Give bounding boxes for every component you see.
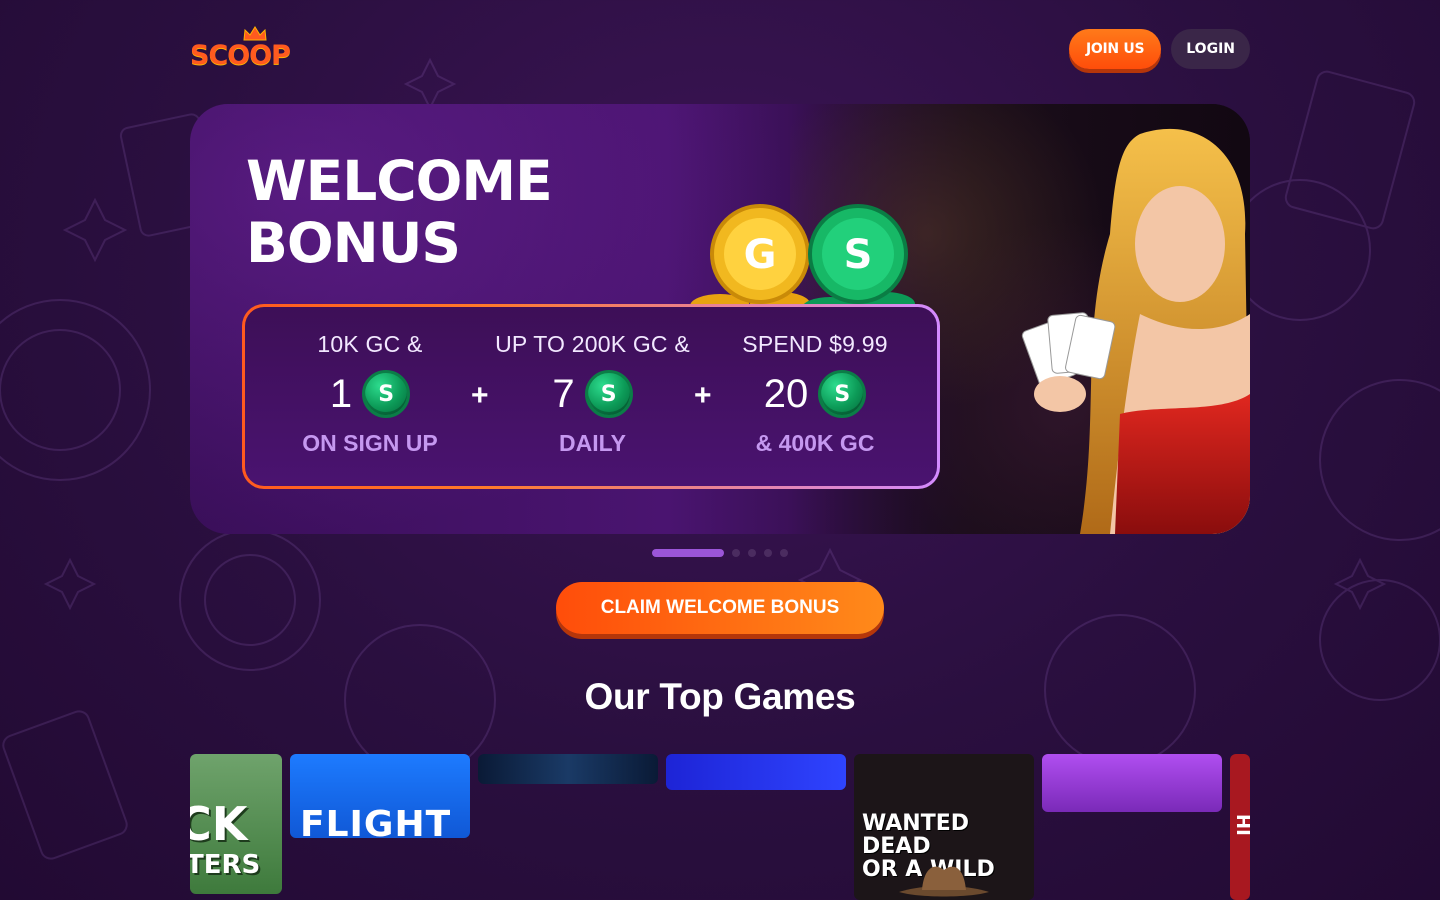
bonus-col-bottom: ON SIGN UP [302, 430, 438, 456]
carousel-dot-4[interactable] [764, 549, 772, 557]
banner-title-line2: BONUS [246, 211, 461, 275]
login-button[interactable]: LOGIN [1171, 29, 1250, 69]
top-games-title: Our Top Games [584, 676, 856, 717]
bonus-col-amount: 1 [329, 371, 353, 416]
game-title-line1: WANTED DEAD [862, 811, 970, 859]
bonus-col-bottom: DAILY [559, 430, 626, 456]
sweeps-coin-icon: S [362, 370, 411, 418]
logo-text: SCOOP [190, 40, 291, 71]
dealer-illustration [1021, 128, 1250, 534]
game-tile[interactable] [478, 754, 658, 784]
bonus-col-amount-row: 1 S [280, 370, 460, 418]
game-tile[interactable]: HI [1230, 754, 1250, 900]
carousel-dot-2[interactable] [732, 549, 740, 557]
bonus-col-amount: 7 [552, 371, 575, 416]
game-title: CK [190, 797, 248, 851]
bonus-col-top: UP TO 200K GC & [495, 331, 690, 357]
svg-text:G: G [744, 232, 777, 278]
bonus-offers-inner: 10K GC & 1 S ON SIGN UP + UP TO 200K GC … [245, 307, 937, 486]
game-tile[interactable]: FLIGHT [290, 754, 470, 838]
bonus-col-bottom: & 400K GC [755, 430, 875, 456]
claim-welcome-bonus-button[interactable]: CLAIM WELCOME BONUS [556, 582, 884, 634]
bonus-col-daily: UP TO 200K GC & 7 S DAILY [485, 331, 700, 457]
bonus-col-purchase: SPEND $9.99 20 S & 400K GC [720, 331, 910, 457]
welcome-bonus-banner[interactable]: WELCOME BONUS G S 10K GC & 1 S ON SIGN U… [190, 104, 1250, 534]
carousel-dot-3[interactable] [748, 549, 756, 557]
plus-sign: + [694, 379, 712, 412]
top-games-carousel: CK TERS FLIGHT WANTED DEAD OR A WILD HI [190, 754, 1250, 900]
site-header: SCOOP JOIN US LOGIN [190, 22, 1250, 76]
carousel-dot-5[interactable] [780, 549, 788, 557]
svg-text:S: S [844, 232, 873, 278]
banner-title-line1: WELCOME [246, 149, 553, 213]
bonus-offers-box: 10K GC & 1 S ON SIGN UP + UP TO 200K GC … [242, 304, 940, 489]
header-actions: JOIN US LOGIN [1068, 29, 1250, 69]
sweeps-coin-icon: S [584, 370, 633, 418]
bonus-col-signup: 10K GC & 1 S ON SIGN UP [280, 331, 460, 457]
cowboy-hat-icon [899, 866, 989, 897]
game-title-line2: TERS [190, 850, 261, 880]
game-tile[interactable] [666, 754, 846, 790]
game-title: HI [1232, 814, 1250, 836]
bonus-col-top: SPEND $9.99 [742, 331, 888, 357]
game-tile[interactable] [1042, 754, 1222, 812]
game-tile[interactable]: WANTED DEAD OR A WILD [854, 754, 1034, 900]
logo[interactable]: SCOOP [190, 22, 300, 76]
bonus-col-amount-row: 7 S [485, 370, 700, 418]
carousel-dots [652, 549, 788, 557]
bonus-col-amount-row: 20 S [720, 370, 910, 418]
sweeps-coin-icon: S [818, 370, 867, 418]
banner-title: WELCOME BONUS [246, 149, 553, 275]
bonus-col-top: 10K GC & [317, 331, 423, 357]
bonus-col-amount: 20 [763, 371, 809, 416]
carousel-dot-1[interactable] [652, 549, 724, 557]
game-title: FLIGHT [300, 804, 452, 838]
join-us-button[interactable]: JOIN US [1068, 29, 1162, 69]
game-tile[interactable]: CK TERS [190, 754, 282, 894]
